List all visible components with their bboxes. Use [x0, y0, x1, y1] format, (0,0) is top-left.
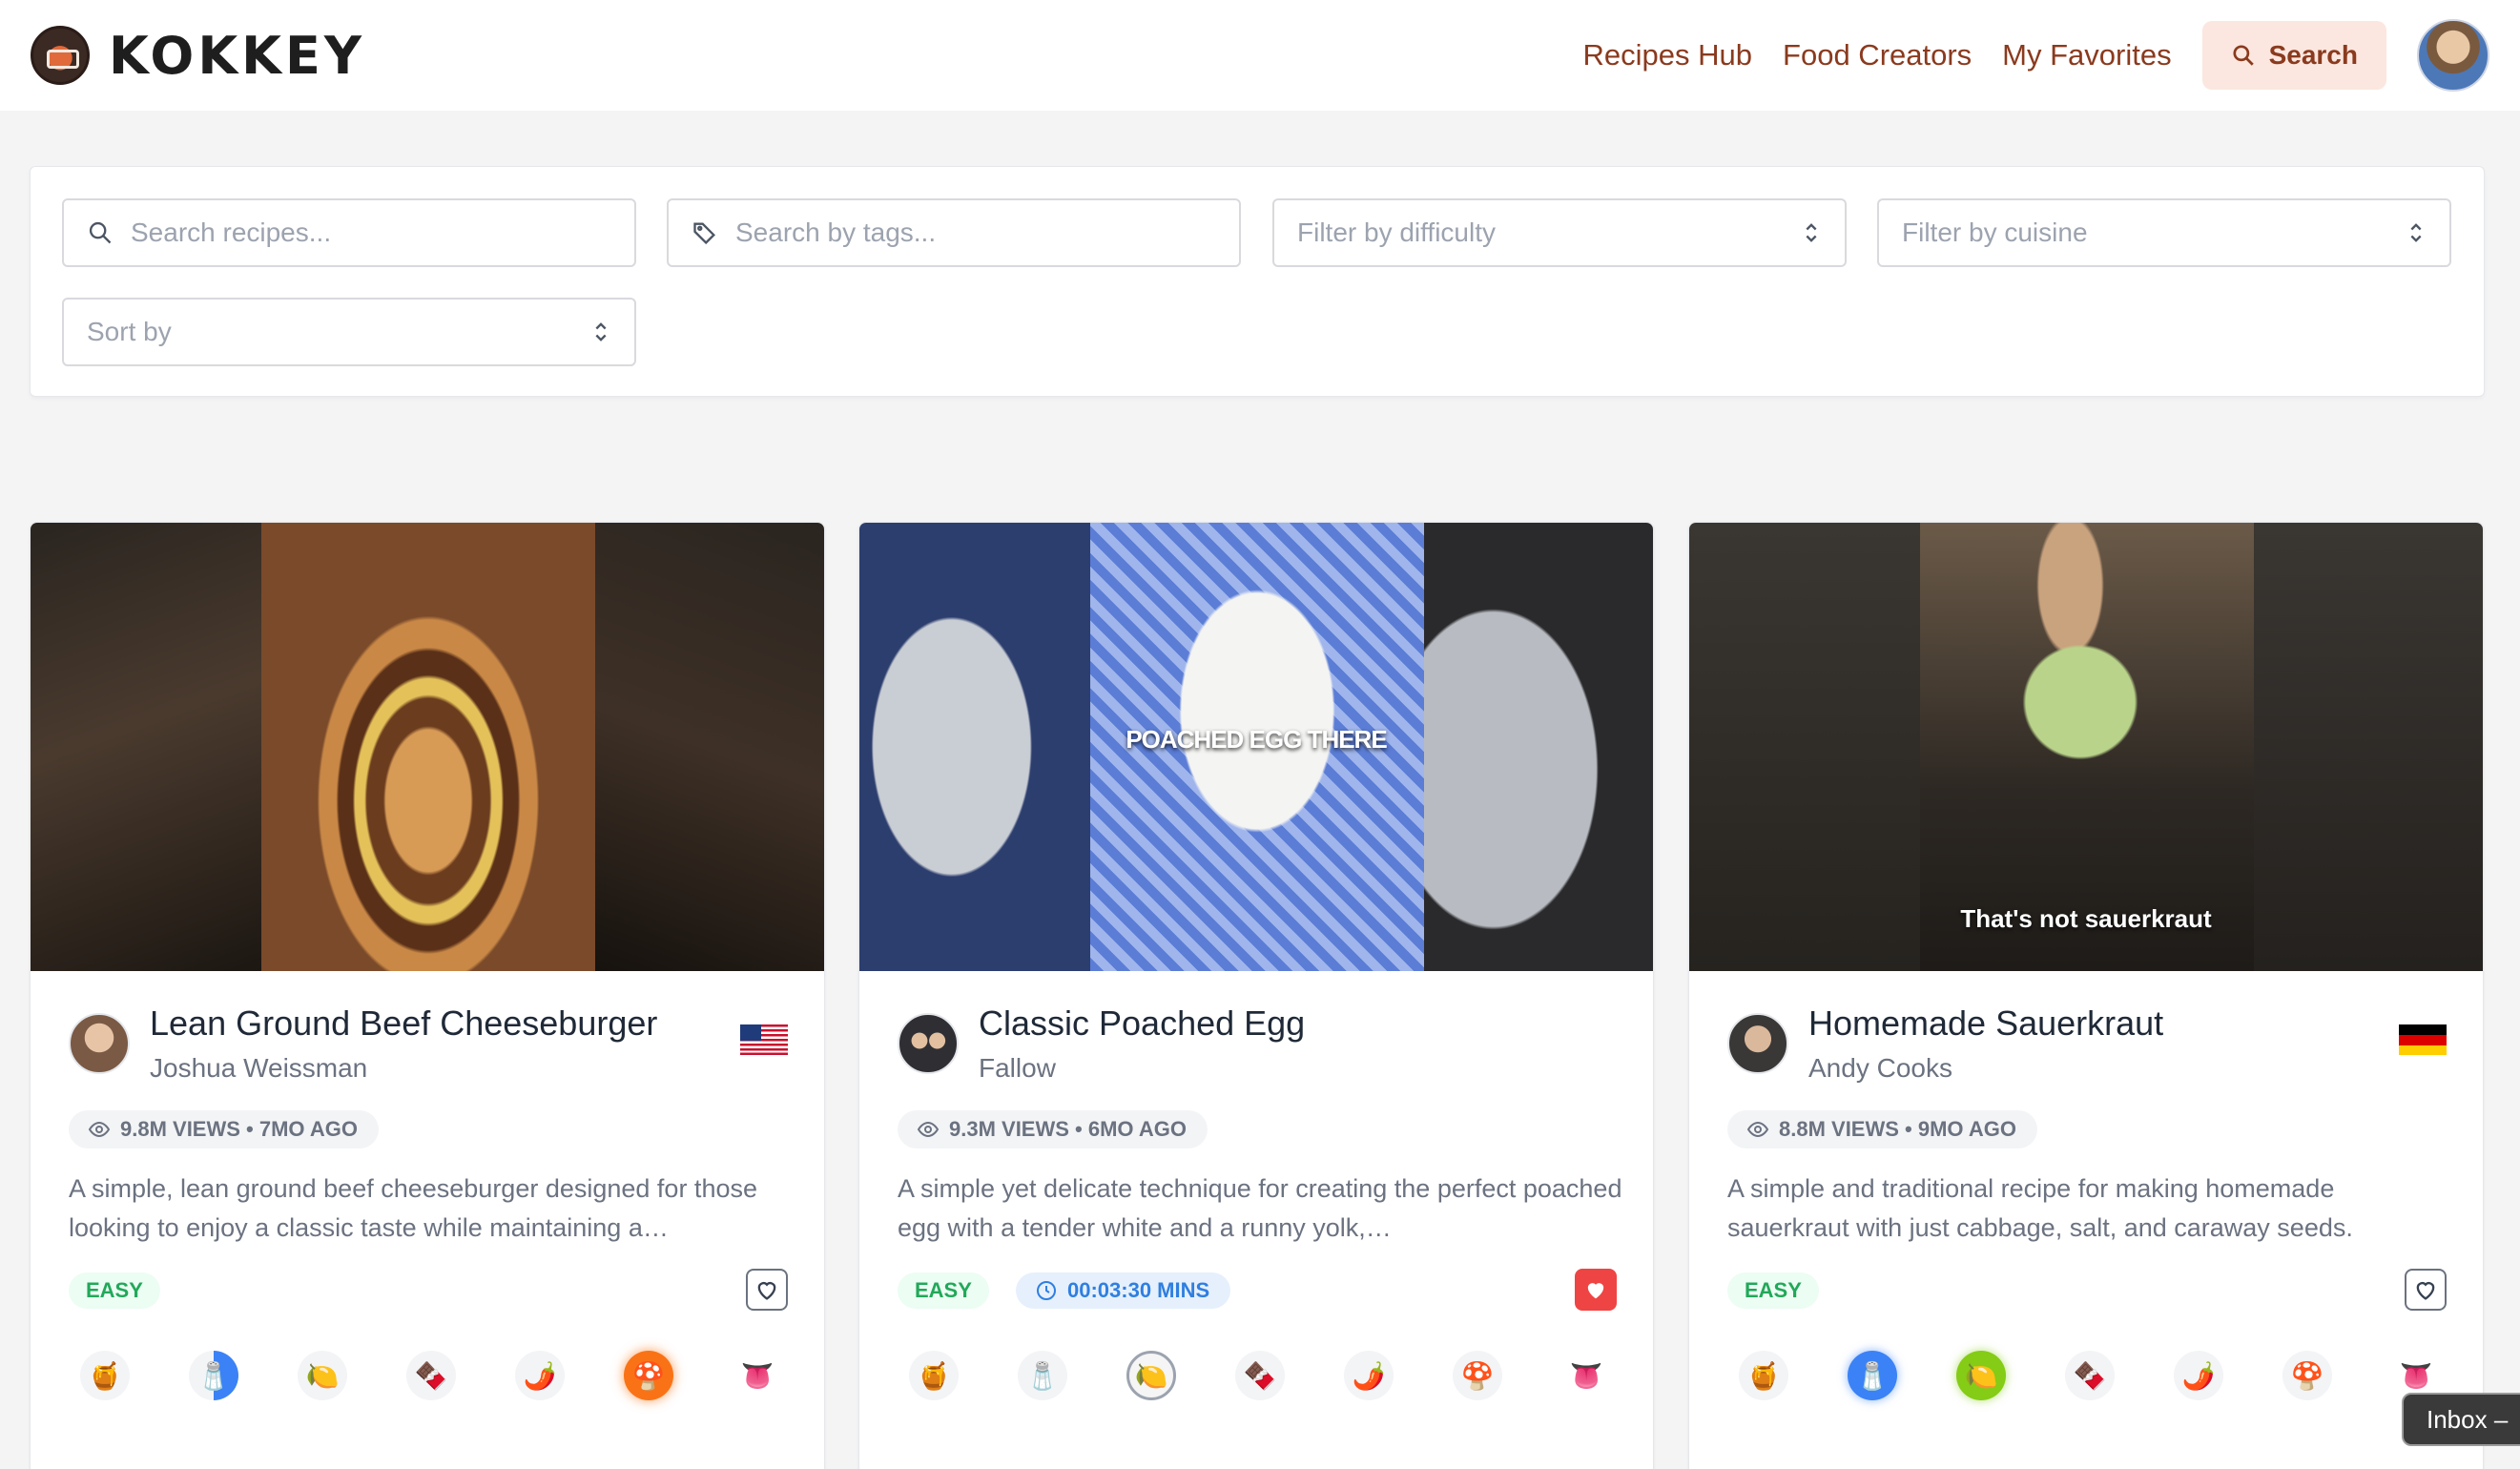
heart-outline-icon: [757, 1282, 776, 1300]
user-avatar[interactable]: [2417, 19, 2489, 92]
time-badge: 00:03:30 MINS: [1016, 1272, 1231, 1309]
taste-spicy-icon[interactable]: 🌶️: [1344, 1351, 1394, 1400]
difficulty-select[interactable]: Filter by difficulty: [1272, 198, 1847, 267]
taste-salty-icon[interactable]: 🧂: [1018, 1351, 1067, 1400]
recipe-description: A simple, lean ground beef cheeseburger …: [69, 1174, 757, 1242]
favorite-button[interactable]: [1575, 1269, 1617, 1311]
search-recipes-placeholder: Search recipes...: [131, 217, 332, 247]
recipe-stats-badge: 8.8M VIEWS • 9MO AGO: [1727, 1110, 2037, 1148]
taste-umami-icon[interactable]: 🍄: [1453, 1351, 1502, 1400]
nav-links: Recipes Hub Food Creators My Favorites S…: [1583, 19, 2489, 92]
difficulty-badge: EASY: [898, 1272, 989, 1309]
recipe-stats-text: 8.8M VIEWS • 9MO AGO: [1779, 1117, 2016, 1141]
recipe-thumbnail[interactable]: [31, 523, 824, 971]
search-icon: [2233, 45, 2254, 66]
inbox-tooltip[interactable]: Inbox –: [2402, 1393, 2520, 1446]
us-flag-icon: [740, 1024, 788, 1055]
recipe-creator[interactable]: Fallow: [979, 1053, 1056, 1084]
taste-fatty-icon[interactable]: 👅: [1561, 1351, 1611, 1400]
nav-link-food-creators[interactable]: Food Creators: [1783, 38, 1972, 72]
taste-sour-icon[interactable]: 🍋: [1956, 1351, 2006, 1400]
taste-profile: 🍯 🧂 🍋 🍫 🌶️ 🍄 👅: [69, 1347, 794, 1404]
favorite-button[interactable]: [2405, 1269, 2447, 1311]
creator-avatar[interactable]: [898, 1013, 959, 1074]
eye-icon: [917, 1121, 940, 1138]
recipe-card-body: Lean Ground Beef Cheeseburger Joshua Wei…: [31, 971, 824, 1469]
brand[interactable]: KOKKEY: [31, 26, 365, 86]
sort-select[interactable]: Sort by: [62, 298, 636, 366]
taste-salty-icon[interactable]: 🧂: [189, 1351, 238, 1400]
nav-search-label: Search: [2268, 40, 2358, 70]
favorite-button[interactable]: [746, 1269, 788, 1311]
search-tags-input[interactable]: Search by tags...: [667, 198, 1241, 267]
cuisine-select[interactable]: Filter by cuisine: [1877, 198, 2451, 267]
taste-profile: 🍯 🧂 🍋 🍫 🌶️ 🍄 👅: [898, 1347, 1622, 1404]
brand-name: KOKKEY: [109, 25, 366, 86]
time-badge-text: 00:03:30 MINS: [1067, 1278, 1210, 1302]
recipe-description: A simple yet delicate technique for crea…: [898, 1174, 1622, 1242]
eye-icon: [1746, 1121, 1769, 1138]
taste-salty-icon[interactable]: 🧂: [1848, 1351, 1897, 1400]
creator-avatar[interactable]: [69, 1013, 130, 1074]
recipe-card[interactable]: POACHED EGG THERE Classic Poached Egg Fa…: [858, 522, 1654, 1469]
eye-icon: [88, 1121, 111, 1138]
recipe-card-body: Classic Poached Egg Fallow 9.3M VIEWS • …: [859, 971, 1653, 1469]
taste-sweet-icon[interactable]: 🍯: [1739, 1351, 1788, 1400]
recipe-description: A simple and traditional recipe for maki…: [1727, 1174, 2353, 1242]
taste-sweet-icon[interactable]: 🍯: [909, 1351, 959, 1400]
taste-sour-icon[interactable]: 🍋: [1126, 1351, 1176, 1400]
search-icon: [89, 221, 112, 244]
taste-profile: 🍯 🧂 🍋 🍫 🌶️ 🍄 👅: [1727, 1347, 2452, 1404]
thumbnail-caption: POACHED EGG THERE: [1126, 725, 1387, 754]
recipe-thumbnail[interactable]: That's not sauerkraut: [1689, 523, 2483, 971]
recipe-stats-text: 9.3M VIEWS • 6MO AGO: [949, 1117, 1187, 1141]
cuisine-placeholder: Filter by cuisine: [1902, 217, 2088, 247]
thumbnail-caption: That's not sauerkraut: [1960, 904, 2212, 933]
chevron-up-down-icon: [2410, 223, 2422, 242]
nav-search-button[interactable]: Search: [2201, 21, 2386, 90]
chevron-up-down-icon: [595, 322, 607, 341]
taste-umami-icon[interactable]: 🍄: [2282, 1351, 2332, 1400]
brand-logo-icon: [31, 26, 90, 85]
difficulty-badge: EASY: [1727, 1272, 1819, 1309]
heart-outline-icon: [2416, 1282, 2435, 1300]
heart-filled-icon: [1587, 1283, 1604, 1299]
taste-bitter-icon[interactable]: 🍫: [406, 1351, 456, 1400]
taste-umami-icon[interactable]: 🍄: [624, 1351, 673, 1400]
taste-sour-icon[interactable]: 🍋: [298, 1351, 347, 1400]
de-flag-icon: [2399, 1024, 2447, 1055]
taste-fatty-icon[interactable]: 👅: [733, 1351, 782, 1400]
search-tags-placeholder: Search by tags...: [735, 217, 937, 247]
recipe-stats-badge: 9.3M VIEWS • 6MO AGO: [898, 1110, 1208, 1148]
taste-bitter-icon[interactable]: 🍫: [2065, 1351, 2115, 1400]
creator-avatar[interactable]: [1727, 1013, 1788, 1074]
filter-panel: Search recipes... Search by tags... Filt…: [30, 166, 2485, 397]
recipe-creator[interactable]: Andy Cooks: [1808, 1053, 1952, 1084]
difficulty-placeholder: Filter by difficulty: [1297, 217, 1496, 247]
recipe-creator[interactable]: Joshua Weissman: [150, 1053, 367, 1084]
taste-spicy-icon[interactable]: 🌶️: [515, 1351, 565, 1400]
recipe-stats-badge: 9.8M VIEWS • 7MO AGO: [69, 1110, 379, 1148]
taste-bitter-icon[interactable]: 🍫: [1235, 1351, 1285, 1400]
taste-sweet-icon[interactable]: 🍯: [80, 1351, 130, 1400]
difficulty-badge: EASY: [69, 1272, 160, 1309]
chevron-up-down-icon: [1806, 223, 1817, 242]
nav-link-my-favorites[interactable]: My Favorites: [2002, 38, 2171, 72]
recipe-card-body: Homemade Sauerkraut Andy Cooks 8.8M VIEW…: [1689, 971, 2483, 1469]
recipe-card[interactable]: That's not sauerkraut Homemade Sauerkrau…: [1688, 522, 2484, 1469]
tag-icon: [693, 222, 715, 245]
top-navbar: KOKKEY Recipes Hub Food Creators My Favo…: [0, 0, 2520, 111]
sort-placeholder: Sort by: [87, 317, 172, 346]
taste-spicy-icon[interactable]: 🌶️: [2174, 1351, 2223, 1400]
recipe-thumbnail[interactable]: POACHED EGG THERE: [859, 523, 1653, 971]
clock-icon: [1037, 1281, 1056, 1300]
recipe-stats-text: 9.8M VIEWS • 7MO AGO: [120, 1117, 358, 1141]
recipe-title[interactable]: Lean Ground Beef Cheeseburger: [150, 1003, 657, 1044]
nav-link-recipes-hub[interactable]: Recipes Hub: [1583, 38, 1752, 72]
search-recipes-input[interactable]: Search recipes...: [62, 198, 636, 267]
recipe-card[interactable]: Lean Ground Beef Cheeseburger Joshua Wei…: [30, 522, 825, 1469]
recipe-title[interactable]: Homemade Sauerkraut: [1808, 1003, 2163, 1044]
recipe-title[interactable]: Classic Poached Egg: [979, 1003, 1305, 1044]
